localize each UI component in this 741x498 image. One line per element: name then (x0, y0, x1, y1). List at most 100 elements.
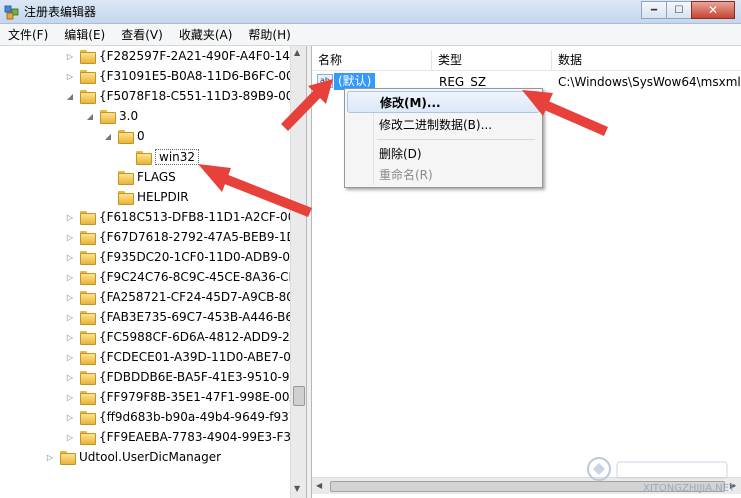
tree-item[interactable]: ▷ Udtool.UserDicManager (44, 447, 221, 467)
menu-item-delete[interactable]: 删除(D) (347, 143, 540, 165)
folder-icon (117, 129, 134, 144)
menu-favorites[interactable]: 收藏夹(A) (171, 25, 241, 45)
menu-item-modify[interactable]: 修改(M)... (347, 91, 540, 113)
tree-item-label: FLAGS (137, 170, 176, 184)
tree-item[interactable]: ◢ 3.0 (84, 106, 138, 126)
expand-arrow-icon[interactable]: ▷ (64, 351, 76, 363)
close-button[interactable]: ✕ (691, 1, 735, 19)
tree-item-label: {FA258721-CF24-45D7-A9CB-800 (99, 290, 302, 304)
folder-icon (79, 69, 96, 84)
value-data: C:\Windows\SysWow64\msxml3 (558, 75, 741, 89)
tree-item[interactable]: HELPDIR (102, 187, 189, 207)
minimize-icon: ━ (650, 4, 658, 16)
tree-item-label: {F67D7618-2792-47A5-BEB9-1D3 (99, 230, 304, 244)
tree-item[interactable]: ▷ {F9C24C76-8C9C-45CE-8A36-CB2 (64, 267, 304, 287)
collapse-arrow-icon[interactable]: ◢ (64, 90, 76, 102)
folder-icon (79, 290, 96, 305)
tree-item[interactable]: ▷ {FAB3E735-69C7-453B-A446-B68 (64, 307, 301, 327)
tree-item-label: {F31091E5-B0A8-11D6-B6FC-005 (99, 69, 302, 83)
tree-item[interactable]: ▷ {FC5988CF-6D6A-4812-ADD9-2D (64, 327, 299, 347)
tree-item-label: {F9C24C76-8C9C-45CE-8A36-CB2 (99, 270, 305, 284)
menu-help[interactable]: 帮助(H) (240, 25, 298, 45)
close-icon: ✕ (707, 3, 719, 17)
key-tree-pane[interactable]: ▷ {F282597F-2A21-490F-A4F0-1474 ▷ {F31091E… (0, 46, 307, 498)
expand-arrow-icon[interactable]: ▷ (64, 251, 76, 263)
tree-item-label: {F282597F-2A21-490F-A4F0-1474 (99, 49, 306, 63)
tree-vertical-scrollbar[interactable]: ▲ ▼ (290, 46, 306, 498)
tree-item[interactable]: ◢ {F5078F18-C551-11D3-89B9-000 (64, 86, 301, 106)
folder-icon (117, 190, 134, 205)
expand-arrow-icon[interactable]: ▷ (44, 451, 56, 463)
tree-item[interactable]: ▷ {F282597F-2A21-490F-A4F0-1474 (64, 46, 305, 66)
tree-item[interactable]: ▷ {FCDECE01-A39D-11D0-ABE7-00 (64, 347, 299, 367)
menu-file[interactable]: 文件(F) (0, 25, 56, 45)
scroll-left-icon[interactable]: ◀ (316, 481, 322, 490)
scroll-down-icon[interactable]: ▼ (294, 484, 300, 493)
maximize-icon: ☐ (674, 4, 684, 16)
column-header-name[interactable]: 名称 (312, 50, 432, 70)
menu-item-modify-binary[interactable]: 修改二进制数据(B)... (347, 114, 540, 136)
tree-item-label: {F935DC20-1CF0-11D0-ADB9-00 (99, 250, 298, 264)
folder-icon (79, 89, 96, 104)
scroll-thumb[interactable] (293, 386, 305, 406)
tree-item-label: {F618C513-DFB8-11D1-A2CF-008 (99, 210, 303, 224)
folder-icon (135, 150, 152, 165)
menu-item-rename: 重命名(R) (379, 168, 433, 182)
tree-item[interactable]: ▷ {ff9d683b-b90a-49b4-9649-f937 (64, 407, 296, 427)
title-bar[interactable]: 注册表编辑器 ━ ☐ ✕ (0, 0, 741, 24)
window-controls: ━ ☐ ✕ (641, 1, 735, 19)
tree-item-label: {FF9EAEBA-7783-4904-99E3-F3E (99, 430, 299, 444)
collapse-arrow-icon[interactable]: ◢ (102, 130, 114, 142)
expand-arrow-icon[interactable]: ▷ (64, 291, 76, 303)
menu-view[interactable]: 查看(V) (113, 25, 171, 45)
tree-item[interactable]: ▷ {FF9EAEBA-7783-4904-99E3-F3E (64, 427, 299, 447)
tree-item[interactable]: ▷ {F618C513-DFB8-11D1-A2CF-008 (64, 207, 303, 227)
minimize-button[interactable]: ━ (641, 1, 667, 19)
expand-arrow-icon[interactable]: ▷ (64, 271, 76, 283)
tree-item-label: {FCDECE01-A39D-11D0-ABE7-00 (99, 350, 299, 364)
folder-icon (79, 370, 96, 385)
tree-item-label: {FF979F8B-35E1-47F1-998E-00A (99, 390, 298, 404)
context-menu: 修改(M)... 修改二进制数据(B)... 删除(D) 重命名(R) (344, 88, 543, 188)
column-header-type[interactable]: 类型 (432, 50, 552, 70)
tree-item[interactable]: ▷ {FDBDDB6E-BA5F-41E3-9510-90 (64, 367, 297, 387)
header-divider (312, 70, 741, 71)
tree-item[interactable]: ◢ 0 (102, 126, 145, 146)
tree-item-label: {ff9d683b-b90a-49b4-9649-f937 (99, 410, 297, 424)
tree-item-label: {FDBDDB6E-BA5F-41E3-9510-90 (99, 370, 298, 384)
tree-item[interactable]: ▷ {F935DC20-1CF0-11D0-ADB9-00 (64, 247, 298, 267)
folder-icon (79, 390, 96, 405)
tree-item-selected[interactable]: win32 (120, 147, 200, 167)
tree-item[interactable]: ▷ {FA258721-CF24-45D7-A9CB-800 (64, 287, 302, 307)
expand-arrow-icon[interactable]: ▷ (64, 431, 76, 443)
expand-arrow-icon[interactable]: ▷ (64, 211, 76, 223)
maximize-button[interactable]: ☐ (666, 1, 692, 19)
folder-icon (59, 450, 76, 465)
tree-item-label: {FAB3E735-69C7-453B-A446-B68 (99, 310, 301, 324)
expand-arrow-icon[interactable]: ▷ (64, 311, 76, 323)
column-header-data[interactable]: 数据 (552, 50, 741, 70)
expand-arrow-icon[interactable]: ▷ (64, 70, 76, 82)
tree-item[interactable]: FLAGS (102, 167, 176, 187)
expand-arrow-icon[interactable]: ▷ (64, 371, 76, 383)
expand-arrow-icon[interactable]: ▷ (64, 411, 76, 423)
menu-separator (377, 139, 535, 140)
expand-arrow-icon[interactable]: ▷ (64, 50, 76, 62)
tree-item[interactable]: ▷ {FF979F8B-35E1-47F1-998E-00A (64, 387, 298, 407)
collapse-arrow-icon[interactable]: ◢ (84, 110, 96, 122)
expand-arrow-icon[interactable]: ▷ (64, 231, 76, 243)
expand-arrow-icon[interactable]: ▷ (64, 391, 76, 403)
folder-icon (79, 49, 96, 64)
tree-item[interactable]: ▷ {F31091E5-B0A8-11D6-B6FC-005 (64, 66, 301, 86)
registry-editor-window: 注册表编辑器 ━ ☐ ✕ 文件(F) 编辑(E) 查看(V) 收藏夹(A) 帮助… (0, 0, 741, 498)
scroll-up-icon[interactable]: ▲ (294, 48, 300, 57)
folder-icon (79, 310, 96, 325)
expand-arrow-icon[interactable]: ▷ (64, 331, 76, 343)
tree-item[interactable]: ▷ {F67D7618-2792-47A5-BEB9-1D3 (64, 227, 303, 247)
menu-edit[interactable]: 编辑(E) (56, 25, 113, 45)
folder-icon (99, 109, 116, 124)
menu-bar: 文件(F) 编辑(E) 查看(V) 收藏夹(A) 帮助(H) (0, 24, 741, 46)
